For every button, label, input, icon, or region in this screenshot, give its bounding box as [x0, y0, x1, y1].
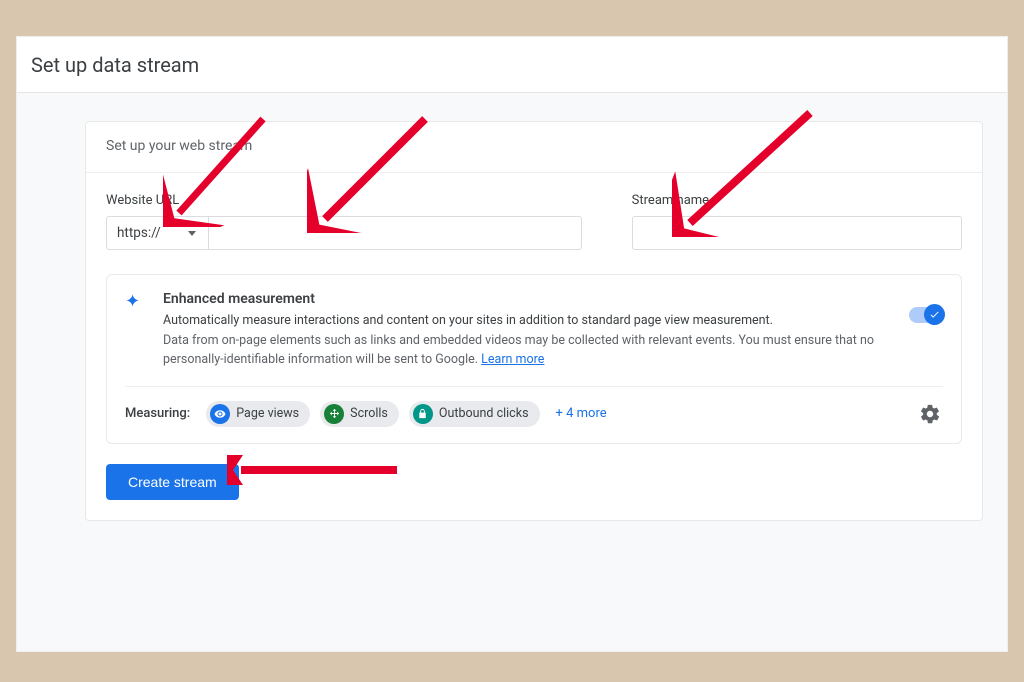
chevron-down-icon: [188, 231, 196, 236]
more-link[interactable]: + 4 more: [556, 406, 607, 421]
measuring-label: Measuring:: [125, 406, 190, 421]
enhanced-measurement-card: ✦ Enhanced measurement Automatically mea…: [106, 274, 962, 444]
enhanced-toggle[interactable]: [909, 307, 943, 323]
stream-name-input[interactable]: [632, 216, 962, 250]
enhanced-title: Enhanced measurement: [163, 291, 883, 307]
toggle-knob: [924, 304, 945, 325]
app-frame: Set up data stream Set up your web strea…: [16, 36, 1008, 652]
website-url-label: Website URL: [106, 193, 582, 208]
stream-panel: Set up your web stream Website URL https…: [85, 121, 983, 521]
scroll-icon: [324, 404, 344, 424]
eye-icon: [210, 404, 230, 424]
learn-more-link[interactable]: Learn more: [481, 352, 544, 367]
fields-row: Website URL https:// Stream name: [86, 173, 982, 274]
header-bar: Set up data stream: [17, 37, 1007, 93]
stream-name-field: Stream name: [632, 193, 962, 250]
chip-scrolls: Scrolls: [320, 401, 399, 427]
create-stream-button[interactable]: Create stream: [106, 464, 239, 500]
sparkle-icon: ✦: [125, 291, 147, 311]
divider: [125, 386, 943, 387]
enhanced-subtitle: Automatically measure interactions and c…: [163, 313, 883, 328]
website-url-field: Website URL https://: [106, 193, 582, 250]
panel-title: Set up your web stream: [86, 122, 982, 173]
enhanced-note: Data from on-page elements such as links…: [163, 332, 883, 370]
chip-page-views: Page views: [206, 401, 310, 427]
check-icon: [929, 309, 940, 320]
url-row: https://: [106, 216, 582, 250]
protocol-select[interactable]: https://: [106, 216, 208, 250]
outbound-icon: [413, 404, 433, 424]
page-title: Set up data stream: [31, 53, 199, 77]
gear-icon[interactable]: [917, 401, 943, 427]
website-url-input[interactable]: [208, 216, 582, 250]
measuring-row: Measuring: Page views Scrolls: [125, 401, 943, 427]
chip-outbound: Outbound clicks: [409, 401, 540, 427]
protocol-value: https://: [117, 225, 161, 241]
stream-name-label: Stream name: [632, 193, 962, 208]
